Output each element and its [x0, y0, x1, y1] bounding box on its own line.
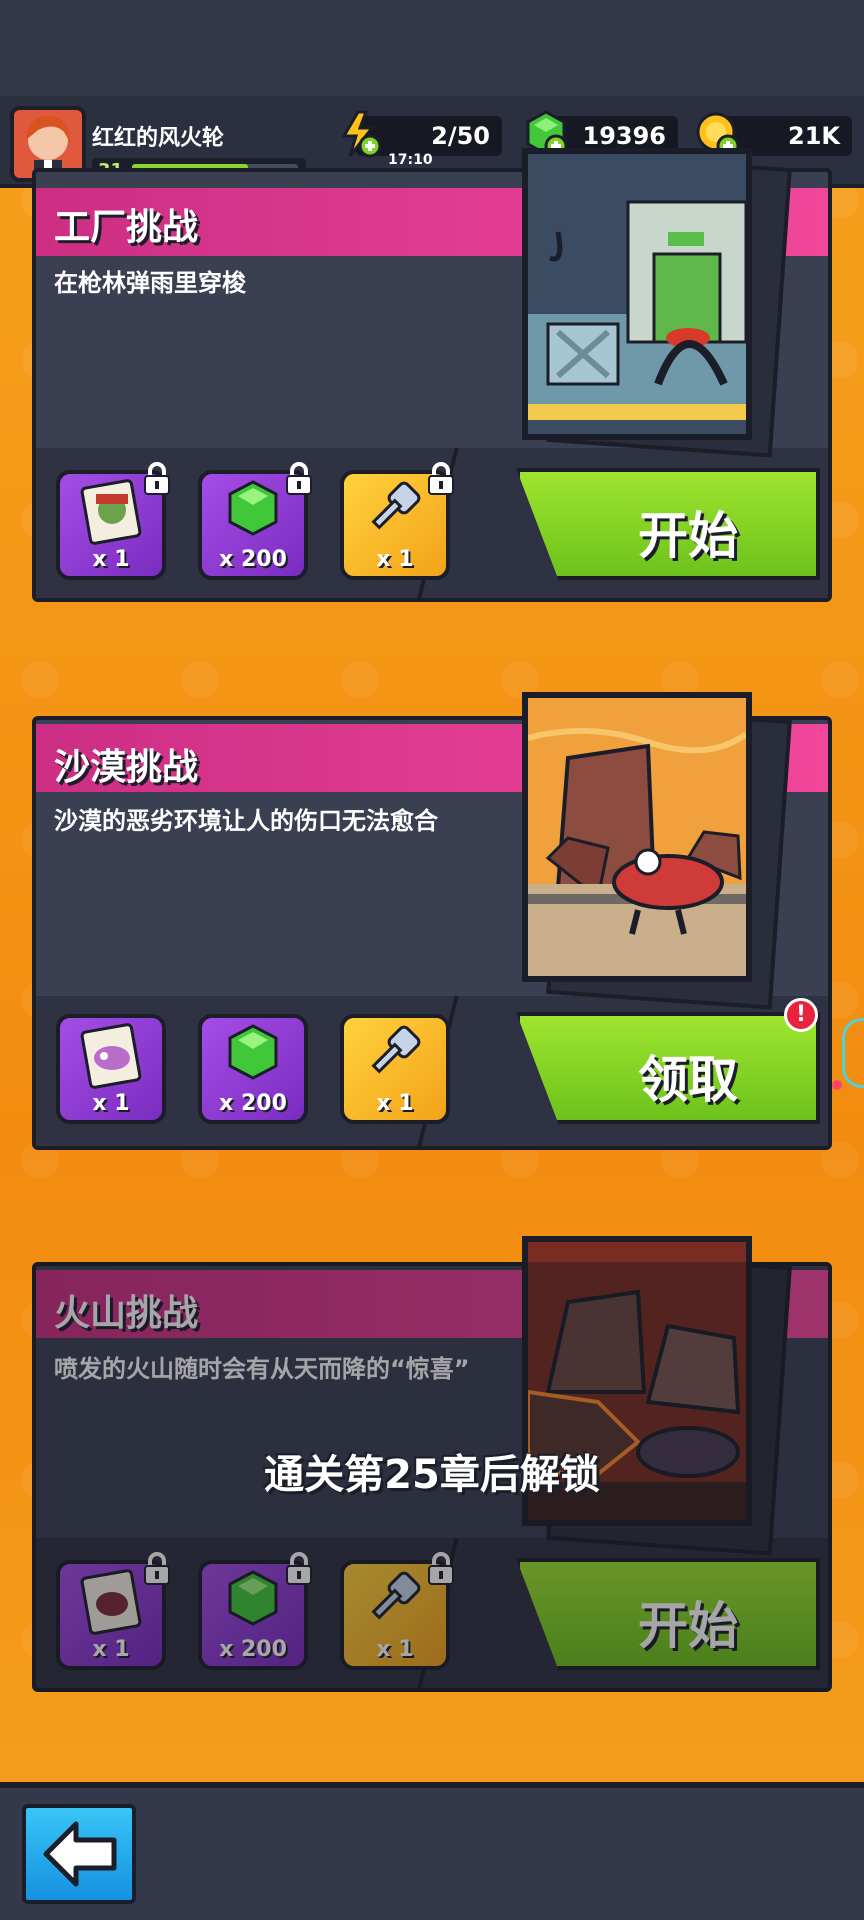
desert-scene-image	[522, 692, 752, 982]
factory-scene-image	[522, 148, 752, 440]
player-name: 红红的风火轮	[92, 126, 225, 151]
reward-key[interactable]: x 1	[340, 1014, 450, 1124]
status-bar-area	[0, 0, 864, 96]
energy-timer: 17:10	[388, 152, 433, 168]
notification-dot	[832, 1080, 842, 1090]
back-arrow-icon	[43, 1821, 117, 1887]
back-button[interactable]	[22, 1804, 136, 1904]
claim-button[interactable]: 领取	[516, 1012, 820, 1124]
coins-value: 21K	[788, 122, 840, 150]
reward-qty: x 1	[92, 547, 130, 572]
challenge-title: 沙漠挑战	[54, 747, 199, 788]
gems-value: 19396	[582, 122, 667, 150]
reward-gems[interactable]: x 200	[198, 1014, 308, 1124]
reward-qty: x 200	[219, 1091, 287, 1116]
reward-zombie-card[interactable]: x 1	[56, 1014, 166, 1124]
challenge-description: 在枪林弹雨里穿梭	[54, 269, 246, 297]
claim-button-label: 领取	[638, 1051, 738, 1109]
side-tab-handle[interactable]	[842, 1018, 864, 1088]
lock-icon	[286, 462, 312, 495]
unlock-hint: 通关第25章后解锁	[264, 1452, 600, 1498]
desert-scene-icon	[528, 698, 746, 976]
challenge-description: 沙漠的恶劣环境让人的伤口无法愈合	[54, 807, 438, 835]
alert-badge: !	[784, 998, 818, 1032]
zombie-card-icon	[80, 1023, 142, 1089]
energy-value: 2/50	[431, 122, 490, 150]
start-button-label: 开始	[638, 507, 738, 565]
start-button[interactable]: 开始	[516, 468, 820, 580]
lock-icon	[144, 462, 170, 495]
reward-qty: x 1	[376, 1091, 414, 1116]
reward-gems[interactable]: x 200	[198, 462, 312, 580]
reward-zombie-card[interactable]: x 1	[56, 462, 170, 580]
reward-key[interactable]: x 1	[340, 462, 454, 580]
green-gem-icon	[228, 1024, 278, 1080]
lock-icon	[428, 462, 454, 495]
reward-qty: x 1	[376, 547, 414, 572]
reward-qty: x 200	[219, 547, 287, 572]
factory-scene-icon	[528, 154, 746, 434]
challenge-title: 工厂挑战	[54, 207, 199, 248]
reward-qty: x 1	[92, 1091, 130, 1116]
lightning-plus-icon[interactable]	[336, 110, 384, 158]
key-icon	[371, 1025, 421, 1074]
